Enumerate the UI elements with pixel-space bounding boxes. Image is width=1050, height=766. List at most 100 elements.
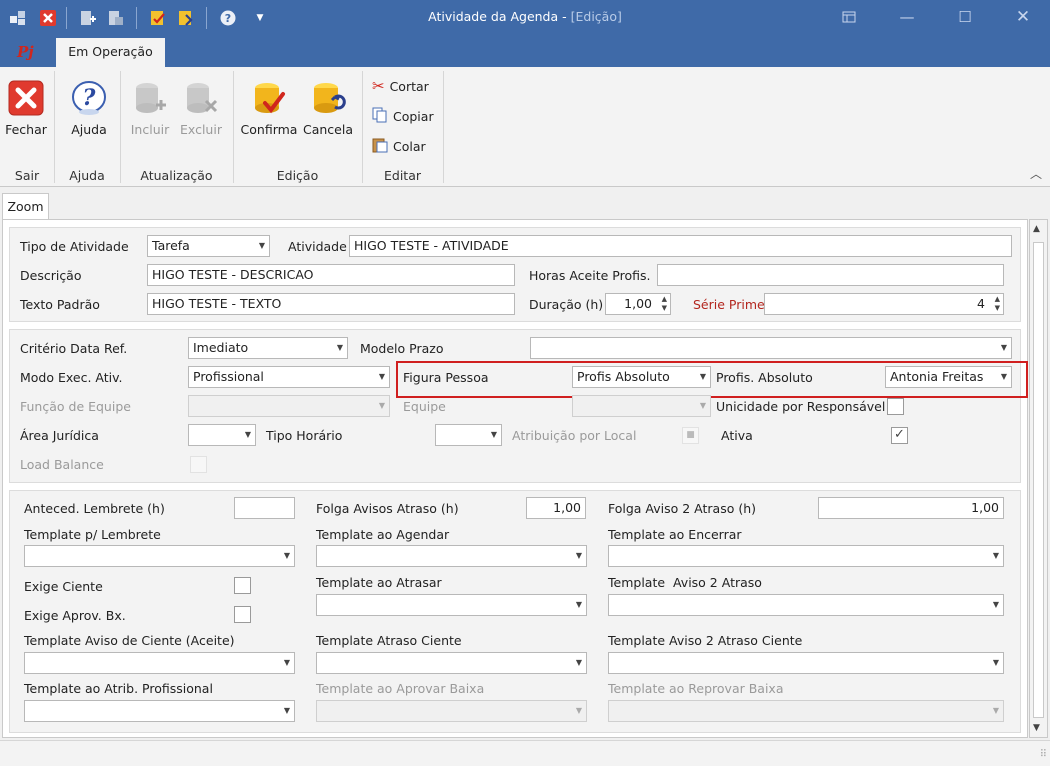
tpl-aprovar-select[interactable]: ▼ (316, 700, 587, 722)
chevron-down-icon: ▼ (575, 658, 582, 667)
close-doc-icon[interactable] (38, 8, 58, 28)
close-window-button[interactable]: ✕ (1010, 6, 1036, 28)
equipe-label: Equipe (403, 399, 446, 414)
tpl-atraso-ciente-label: Template Atraso Ciente (316, 633, 462, 648)
scissors-icon: ✂ (372, 77, 385, 95)
tpl-lembrete-select[interactable]: ▼ (24, 545, 295, 567)
texto-padrao-input[interactable]: HIGO TESTE - TEXTO (147, 293, 515, 315)
spin-arrows-icon: ▲ ▼ (994, 295, 1000, 312)
chevron-down-icon: ▼ (1000, 372, 1007, 381)
modo-exec-select[interactable]: Profissional ▼ (188, 366, 390, 388)
duracao-spinner[interactable]: 1,00 ▲ ▼ (605, 293, 671, 315)
figura-pessoa-select[interactable]: Profis Absoluto ▼ (572, 366, 711, 388)
atribuicao-local-checkbox[interactable]: ■ (682, 427, 699, 444)
collapse-ribbon-icon[interactable]: ︿ (1030, 165, 1042, 182)
tpl-aviso2-ciente-select[interactable]: ▼ (608, 652, 1004, 674)
modelo-prazo-label: Modelo Prazo (360, 341, 444, 356)
tpl-aviso-ciente-label: Template Aviso de Ciente (Aceite) (24, 633, 235, 648)
funcao-equipe-select[interactable]: ▼ (188, 395, 390, 417)
resize-grip-icon[interactable]: ⠿ (1040, 749, 1047, 760)
figura-pessoa-label: Figura Pessoa (403, 370, 489, 385)
cancela-button[interactable]: Cancela (302, 79, 354, 137)
folga-aviso2-input[interactable]: 1,00 (818, 497, 1004, 519)
exige-ciente-checkbox[interactable] (234, 577, 251, 594)
tpl-atraso-ciente-select[interactable]: ▼ (316, 652, 587, 674)
anteced-input[interactable] (234, 497, 295, 519)
tpl-atrasar-select[interactable]: ▼ (316, 594, 587, 616)
fechar-button[interactable]: Fechar (4, 79, 48, 137)
group-label-atualizacao: Atualização (140, 168, 213, 183)
vertical-scrollbar[interactable]: ▲ ▼ (1029, 219, 1048, 738)
copy-icon (372, 107, 388, 126)
delete-record-icon[interactable] (106, 8, 126, 28)
restore-layout-icon[interactable] (836, 6, 862, 28)
tab-zoom[interactable]: Zoom (2, 193, 49, 220)
tpl-lembrete-label: Template p/ Lembrete (24, 527, 161, 542)
scroll-up-icon[interactable]: ▲ (1033, 224, 1040, 234)
close-icon (8, 80, 44, 116)
load-balance-checkbox[interactable] (190, 456, 207, 473)
maximize-button[interactable]: ☐ (952, 6, 978, 28)
ajuda-button[interactable]: ? Ajuda (66, 79, 112, 137)
tpl-aviso2-label: Template Aviso 2 Atraso (608, 575, 762, 590)
horas-aceite-label: Horas Aceite Profis. (529, 268, 651, 283)
chevron-down-icon: ▼ (490, 430, 497, 439)
confirm-quick-icon[interactable] (148, 8, 168, 28)
cancel-database-icon (314, 83, 346, 113)
modo-exec-label: Modo Exec. Ativ. (20, 370, 123, 385)
descricao-label: Descrição (20, 268, 82, 283)
help-quick-icon[interactable]: ? (218, 8, 238, 28)
descricao-input[interactable]: HIGO TESTE - DESCRICAO (147, 264, 515, 286)
chevron-down-icon: ▼ (699, 372, 706, 381)
cancel-quick-icon[interactable] (176, 8, 196, 28)
tipo-atividade-select[interactable]: Tarefa ▼ (147, 235, 270, 257)
scroll-down-icon[interactable]: ▼ (1033, 723, 1040, 733)
area-juridica-select[interactable]: ▼ (188, 424, 256, 446)
atribuicao-local-label: Atribuição por Local (512, 428, 637, 443)
tpl-encerrar-label: Template ao Encerrar (608, 527, 742, 542)
chevron-down-icon: ▼ (283, 551, 290, 560)
excluir-button[interactable]: Excluir (178, 79, 224, 137)
ativa-checkbox[interactable]: ✓ (891, 427, 908, 444)
chevron-down-icon: ▼ (378, 372, 385, 381)
horas-aceite-input[interactable] (657, 264, 1004, 286)
tpl-atrib-prof-select[interactable]: ▼ (24, 700, 295, 722)
tpl-encerrar-select[interactable]: ▼ (608, 545, 1004, 567)
title-bar: ? ▼ Atividade da Agenda - [Edição] — ☐ ✕ (0, 0, 1050, 36)
cortar-button[interactable]: ✂ Cortar (372, 77, 429, 95)
add-record-icon[interactable] (78, 8, 98, 28)
folga-avisos-input[interactable]: 1,00 (526, 497, 586, 519)
tpl-atrasar-label: Template ao Atrasar (316, 575, 442, 590)
exige-aprov-checkbox[interactable] (234, 606, 251, 623)
area-juridica-label: Área Jurídica (20, 428, 99, 443)
atividade-label: Atividade (288, 239, 347, 254)
tipo-horario-select[interactable]: ▼ (435, 424, 502, 446)
tpl-reprovar-select[interactable]: ▼ (608, 700, 1004, 722)
serie-prime-spinner[interactable]: 4 ▲ ▼ (764, 293, 1004, 315)
scroll-thumb[interactable] (1033, 242, 1044, 718)
criterio-select[interactable]: Imediato ▼ (188, 337, 348, 359)
tpl-agendar-select[interactable]: ▼ (316, 545, 587, 567)
incluir-button[interactable]: Incluir (128, 79, 172, 137)
customize-toolbar-icon[interactable]: ▼ (250, 8, 270, 28)
minimize-button[interactable]: — (894, 6, 920, 28)
chevron-down-icon: ▼ (283, 706, 290, 715)
confirma-button[interactable]: Confirma (240, 79, 298, 137)
folga-aviso2-label: Folga Aviso 2 Atraso (h) (608, 501, 757, 516)
funcao-equipe-label: Função de Equipe (20, 399, 131, 414)
tpl-atrib-prof-label: Template ao Atrib. Profissional (24, 681, 213, 696)
group-label-sair: Sair (14, 168, 40, 183)
tpl-aviso2-select[interactable]: ▼ (608, 594, 1004, 616)
modelo-prazo-select[interactable]: ▼ (530, 337, 1012, 359)
svg-text:?: ? (225, 12, 231, 25)
copiar-button[interactable]: Copiar (372, 107, 434, 126)
tab-em-operacao[interactable]: Em Operação (56, 38, 165, 67)
unicidade-checkbox[interactable] (887, 398, 904, 415)
colar-button[interactable]: Colar (372, 137, 426, 156)
app-windows-icon[interactable] (8, 8, 28, 28)
profis-absoluto-select[interactable]: Antonia Freitas ▼ (885, 366, 1012, 388)
tpl-aviso-ciente-select[interactable]: ▼ (24, 652, 295, 674)
atividade-input[interactable]: HIGO TESTE - ATIVIDADE (349, 235, 1012, 257)
equipe-select[interactable]: ▼ (572, 395, 711, 417)
app-menu-tab[interactable]: Pj (17, 43, 34, 61)
